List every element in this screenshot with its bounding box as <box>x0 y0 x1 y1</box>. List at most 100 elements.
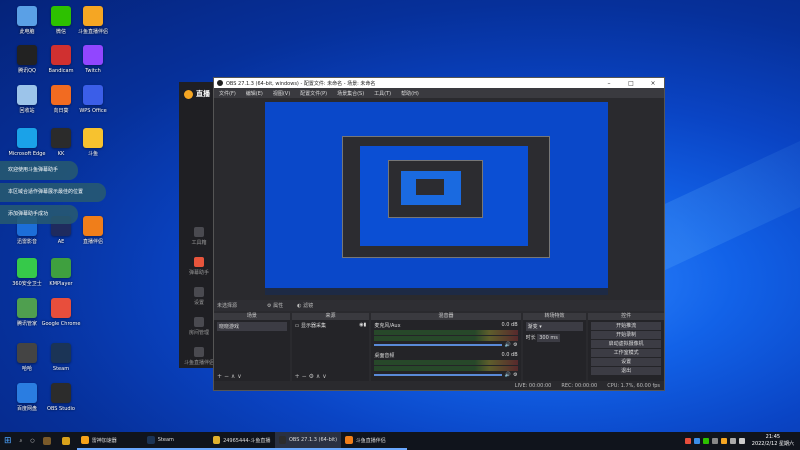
source-down-icon[interactable]: ∨ <box>322 373 326 380</box>
start-button[interactable]: ⊞ <box>0 432 16 450</box>
douyu-brand: 直播 <box>196 90 210 98</box>
obs-preview[interactable] <box>265 102 608 295</box>
control-button[interactable]: 启动虚拟摄像机 <box>591 340 662 348</box>
app-icon <box>51 258 71 278</box>
preview-nested-desktop <box>360 146 528 246</box>
volume-meter <box>374 366 518 371</box>
douyu-logo-icon <box>184 89 193 99</box>
taskbar-app-button[interactable]: 斗鱼直播伴侣 <box>340 432 407 450</box>
maximize-button[interactable]: □ <box>620 80 642 87</box>
volume-icon[interactable] <box>738 438 745 444</box>
douyu-menu-label: 斗鱼直播伴侣 <box>183 359 214 366</box>
tray-icon[interactable] <box>702 438 709 444</box>
desktop-icon-label: KMPlayer <box>49 281 73 287</box>
preview-nested-desktop-2 <box>401 171 461 205</box>
close-button[interactable]: × <box>642 80 664 87</box>
gear-icon[interactable]: ⚙ <box>513 342 517 348</box>
douyu-menu-label: 设置 <box>193 299 204 306</box>
tray-icon[interactable] <box>693 438 700 444</box>
duration-input[interactable]: 300 ms <box>537 334 560 342</box>
taskbar-app-icon[interactable] <box>39 432 58 450</box>
remove-source-icon[interactable]: − <box>302 373 307 380</box>
tray-icon[interactable] <box>720 438 727 444</box>
control-button[interactable]: 工作室模式 <box>591 349 662 357</box>
app-icon <box>17 45 37 65</box>
filters-button[interactable]: ◐ 滤镜 <box>297 302 313 309</box>
tray-icon[interactable] <box>684 438 691 444</box>
scene-down-icon[interactable]: ∨ <box>237 373 241 380</box>
speaker-icon[interactable]: 🔊 <box>505 342 511 348</box>
obs-logo-icon <box>217 80 223 86</box>
menu-item[interactable]: 场景集合(S) <box>332 90 369 97</box>
clock[interactable]: 21:45 2022/2/12 星期六 <box>752 434 794 448</box>
control-button[interactable]: 开始录制 <box>591 331 662 339</box>
app-icon <box>83 6 103 26</box>
taskbar-app-button[interactable]: OBS 27.1.3 (64-bit)... <box>274 432 341 450</box>
speaker-icon[interactable]: 🔊 <box>505 372 511 378</box>
transition-select[interactable]: 渐变 ▾ <box>525 322 584 331</box>
douyu-menu-icon <box>194 346 204 357</box>
gear-icon[interactable]: ⚙ <box>513 372 517 378</box>
menu-item[interactable]: 编辑(E) <box>241 90 268 97</box>
obs-titlebar[interactable]: OBS 27.1.3 (64-bit, windows) - 配置文件: 未命名… <box>214 78 664 88</box>
volume-meter <box>374 330 518 335</box>
taskbar-app-button[interactable]: Steam <box>142 432 209 450</box>
menu-item[interactable]: 文件(F) <box>214 90 241 97</box>
taskbar-app-icon[interactable] <box>58 432 77 450</box>
mixer-header: 混音器 <box>371 313 521 320</box>
system-tray: 21:45 2022/2/12 星期六 <box>684 434 800 448</box>
control-button[interactable]: 设置 <box>591 358 662 366</box>
douyu-menu-icon <box>194 286 204 297</box>
taskbar-app-icon <box>212 436 221 444</box>
douyu-menu-icon <box>194 316 204 327</box>
source-item[interactable]: ▭ 显示器采集 ◉▮ <box>295 322 367 329</box>
tray-icon[interactable] <box>711 438 718 444</box>
live-time: LIVE: 00:00:00 <box>514 382 552 389</box>
desktop-icon-label: 斗鱼 <box>87 151 98 157</box>
douyu-menu-label: 工具箱 <box>191 239 207 246</box>
source-settings-icon[interactable]: ⚙ <box>309 373 314 380</box>
volume-slider[interactable] <box>374 374 502 376</box>
menu-item[interactable]: 配置文件(P) <box>295 90 332 97</box>
volume-slider[interactable] <box>374 344 502 346</box>
source-up-icon[interactable]: ∧ <box>316 373 320 380</box>
douyu-menu-label: 房间管理 <box>188 329 209 336</box>
preview-nested-window <box>342 136 550 258</box>
app-icon <box>51 343 71 363</box>
minimize-button[interactable]: – <box>598 80 620 87</box>
control-button[interactable]: 开始推流 <box>591 322 662 330</box>
properties-button[interactable]: ⚙ 属性 <box>267 302 283 309</box>
desktop-icon-label: 微信 <box>55 29 66 35</box>
desktop-icon[interactable]: Google Chrome <box>37 295 85 345</box>
remove-scene-icon[interactable]: − <box>224 373 229 380</box>
scene-item[interactable]: 晓晓游戏 <box>217 322 287 331</box>
douyu-menu-icon <box>194 256 204 267</box>
app-icon <box>51 6 71 26</box>
control-button[interactable]: 退出 <box>591 367 662 375</box>
taskbar: ⊞ ⌕ ○ 雷神加速器 Steam 24965444-斗鱼直播... OBS 27.1… <box>0 432 800 450</box>
clock-date: 2022/2/12 星期六 <box>751 441 794 447</box>
menu-item[interactable]: 视图(V) <box>268 90 295 97</box>
taskbar-app-button[interactable]: 24965444-斗鱼直播... <box>208 432 275 450</box>
desktop-icon-label: OBS Studio <box>47 406 75 412</box>
network-icon[interactable] <box>729 438 736 444</box>
mixer-track: 麦克风/Aux 0.0 dB 🔊 ⚙ <box>374 322 518 348</box>
scene-up-icon[interactable]: ∧ <box>231 373 235 380</box>
add-scene-icon[interactable]: + <box>217 373 222 380</box>
menu-item[interactable]: 帮助(H) <box>396 90 424 97</box>
desktop-icon-label: 直播伴侣 <box>82 239 103 245</box>
task-view-icon[interactable]: ○ <box>26 432 38 450</box>
desktop-icon[interactable]: OBS Studio <box>37 380 85 430</box>
app-icon <box>17 343 37 363</box>
add-source-icon[interactable]: + <box>295 373 300 380</box>
visibility-icon[interactable]: ◉▮ <box>359 322 366 328</box>
scenes-footer: + − ∧ ∨ <box>214 374 290 381</box>
source-item-label: 显示器采集 <box>300 323 326 329</box>
menu-item[interactable]: 工具(T) <box>369 90 396 97</box>
app-icon <box>83 128 103 148</box>
search-icon[interactable]: ⌕ <box>16 432 27 450</box>
taskbar-app-button[interactable]: 雷神加速器 <box>76 432 143 450</box>
app-icon <box>17 128 37 148</box>
obs-window[interactable]: OBS 27.1.3 (64-bit, windows) - 配置文件: 未命名… <box>213 77 665 391</box>
controls-dock: 控件 开始推流 开始录制 启动虚拟摄像机 工作室模式 设置 退出 <box>588 313 665 381</box>
